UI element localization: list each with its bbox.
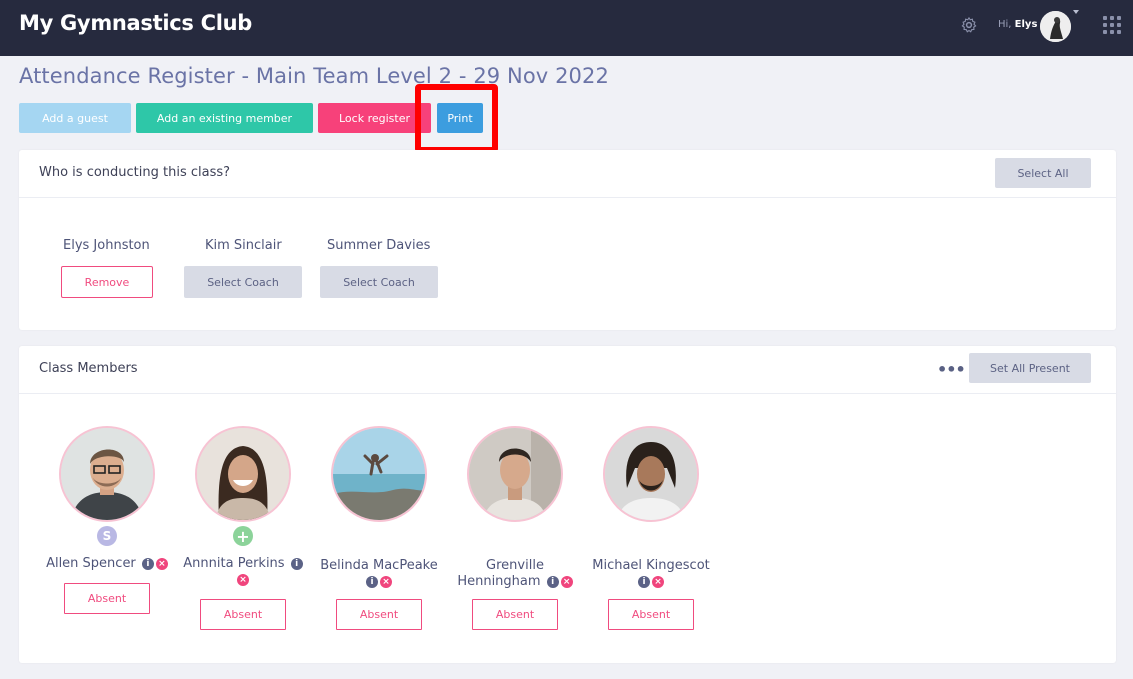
add-guest-button[interactable]: Add a guest: [19, 103, 131, 133]
class-members-card: Class Members ••• Set All Present S Alle…: [19, 346, 1116, 663]
add-existing-member-button[interactable]: Add an existing member: [136, 103, 313, 133]
chevron-down-icon[interactable]: [1073, 10, 1079, 14]
coach-name: Summer Davies: [327, 238, 431, 253]
more-options-icon[interactable]: •••: [937, 360, 966, 379]
member-photo[interactable]: [467, 426, 563, 522]
info-icon[interactable]: i: [546, 575, 559, 588]
set-all-present-button[interactable]: Set All Present: [969, 353, 1091, 383]
user-avatar[interactable]: [1040, 11, 1071, 42]
info-icon[interactable]: i: [141, 557, 154, 570]
member-name-line2[interactable]: Henningham: [457, 574, 540, 589]
member-photo[interactable]: [59, 426, 155, 522]
badge-s: S: [97, 526, 117, 546]
user-name: Elys: [1014, 19, 1038, 30]
close-icon[interactable]: ×: [380, 575, 392, 588]
member-name-row: Grenville Henningham i ×: [447, 558, 583, 590]
member-photo[interactable]: [195, 426, 291, 522]
close-icon[interactable]: ×: [237, 573, 249, 586]
info-icon[interactable]: i: [366, 575, 378, 588]
member-name-row: Belinda MacPeake i ×: [311, 558, 447, 590]
info-icon[interactable]: i: [290, 557, 303, 570]
members-card-header: Class Members ••• Set All Present: [19, 346, 1116, 394]
badge-plus: +: [233, 526, 253, 546]
close-icon[interactable]: ×: [560, 575, 573, 588]
member-photo[interactable]: [603, 426, 699, 522]
grid-icon[interactable]: [1103, 16, 1121, 34]
coach-name: Elys Johnston: [63, 238, 150, 253]
select-coach-button[interactable]: Select Coach: [184, 266, 302, 298]
app-title[interactable]: My Gymnastics Club: [19, 11, 252, 35]
select-coach-button[interactable]: Select Coach: [320, 266, 438, 298]
member-name-row: Allen Spencer i ×: [39, 556, 175, 572]
members-card-title: Class Members: [39, 361, 138, 376]
gear-icon[interactable]: [960, 16, 978, 34]
top-navbar: My Gymnastics Club Hi, Elys: [0, 0, 1133, 56]
greeting-prefix: Hi,: [998, 19, 1012, 30]
close-icon[interactable]: ×: [652, 575, 664, 588]
info-icon[interactable]: i: [638, 575, 650, 588]
close-icon[interactable]: ×: [155, 557, 168, 570]
coaches-card: Who is conducting this class? Select All…: [19, 150, 1116, 330]
coach-name: Kim Sinclair: [205, 238, 282, 253]
remove-coach-button[interactable]: Remove: [61, 266, 153, 298]
member-name[interactable]: Allen Spencer: [46, 556, 136, 571]
member-name-row: Annnita Perkins i ×: [175, 556, 311, 588]
member-name[interactable]: Michael Kingescot: [592, 558, 710, 573]
absent-button[interactable]: Absent: [472, 599, 558, 630]
member-name[interactable]: Belinda MacPeake: [320, 558, 437, 573]
member-name-line1[interactable]: Grenville: [486, 558, 544, 573]
member-name-row: Michael Kingescot i ×: [583, 558, 719, 590]
user-greeting[interactable]: Hi, Elys: [998, 19, 1037, 30]
coaches-card-header: Who is conducting this class? Select All: [19, 150, 1116, 198]
absent-button[interactable]: Absent: [336, 599, 422, 630]
coaches-card-title: Who is conducting this class?: [39, 165, 231, 180]
absent-button[interactable]: Absent: [64, 583, 150, 614]
print-button[interactable]: Print: [437, 103, 483, 133]
absent-button[interactable]: Absent: [200, 599, 286, 630]
member-photo[interactable]: [331, 426, 427, 522]
absent-button[interactable]: Absent: [608, 599, 694, 630]
page-title: Attendance Register - Main Team Level 2 …: [19, 64, 609, 88]
lock-register-button[interactable]: Lock register: [318, 103, 431, 133]
select-all-button[interactable]: Select All: [995, 158, 1091, 188]
member-name[interactable]: Annnita Perkins: [183, 556, 284, 571]
